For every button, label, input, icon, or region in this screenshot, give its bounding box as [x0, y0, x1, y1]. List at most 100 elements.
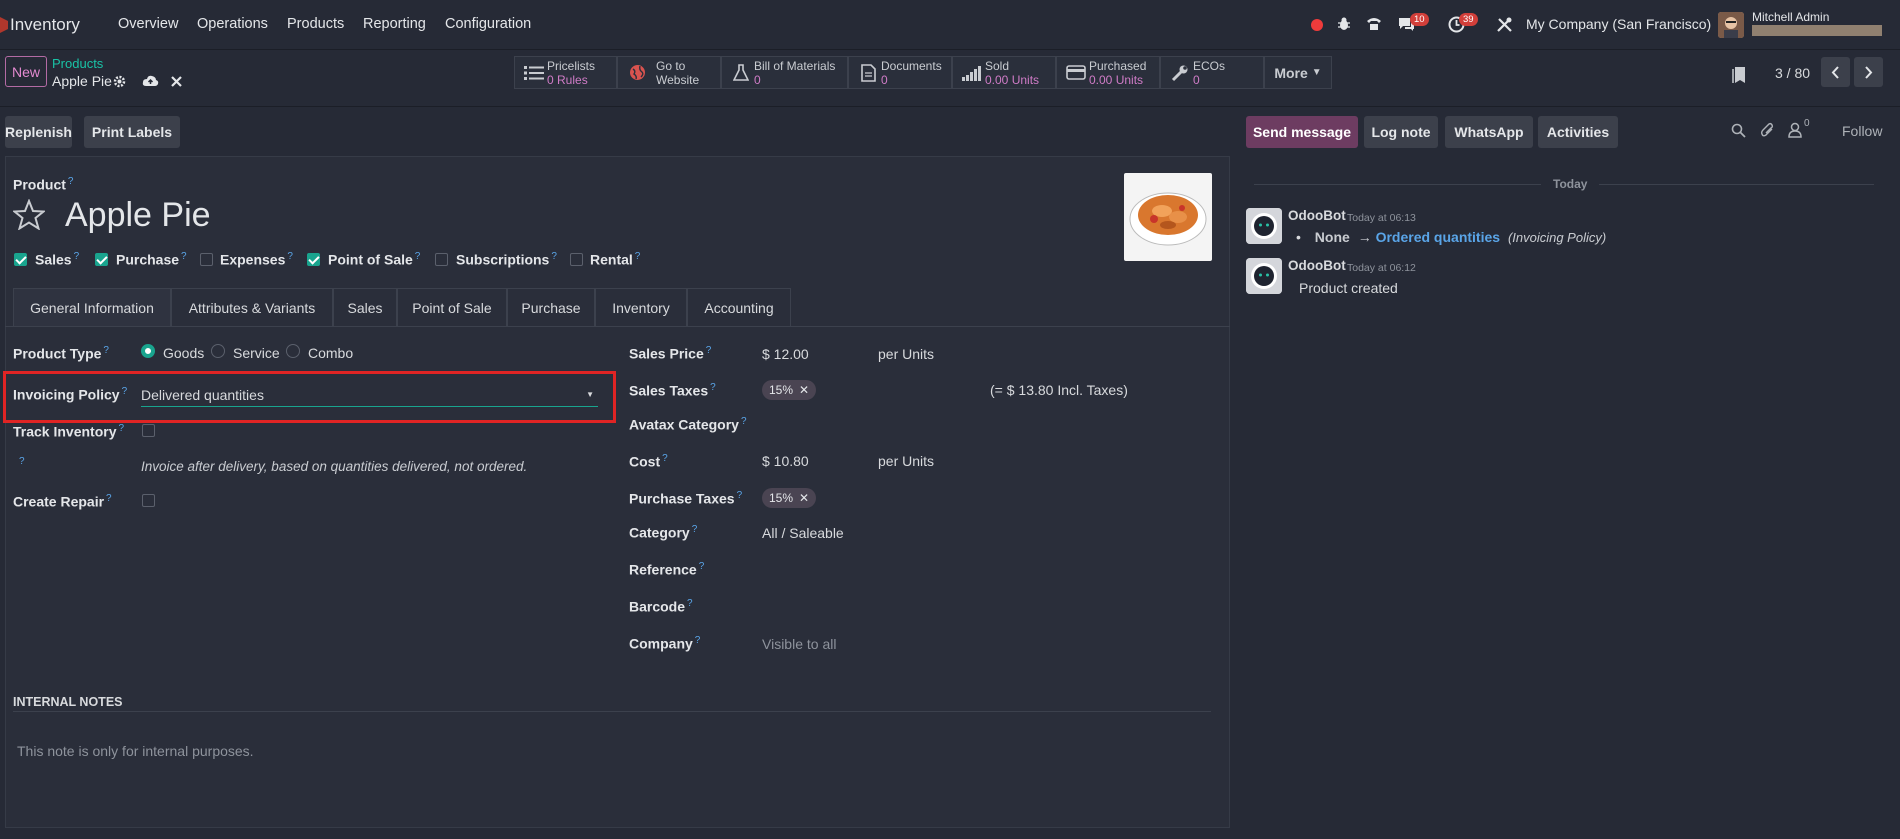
purchase-taxes-label: Purchase Taxes? [629, 490, 743, 507]
gear-icon[interactable] [113, 75, 126, 88]
company-field[interactable]: Visible to all [762, 636, 836, 652]
send-message-button[interactable]: Send message [1246, 116, 1358, 148]
menu-operations[interactable]: Operations [197, 16, 268, 32]
replenish-button[interactable]: Replenish [5, 116, 72, 148]
menu-configuration[interactable]: Configuration [445, 16, 531, 32]
internal-notes-divider [13, 711, 1211, 712]
chevron-left-icon [1831, 65, 1839, 79]
product-type-service-label: Service [233, 345, 280, 361]
control-panel: New Products Apple Pie Pricelists 0 Rules… [0, 51, 1900, 107]
search-icon[interactable] [1731, 123, 1746, 138]
smart-button-bom[interactable]: Bill of Materials 0 [721, 56, 848, 89]
bookmark-icon[interactable] [1732, 66, 1746, 84]
invoice-policy-hint: Invoice after delivery, based on quantit… [141, 459, 528, 474]
record-title: Apple Pie [52, 73, 112, 89]
create-repair-checkbox[interactable] [142, 494, 155, 507]
tab-purchase[interactable]: Purchase [507, 288, 595, 326]
sales-checkbox[interactable] [14, 253, 27, 266]
breadcrumb-products[interactable]: Products [52, 56, 103, 71]
cost-unit: per Units [878, 453, 935, 469]
messages-badge: 10 [1410, 13, 1429, 26]
invoicing-policy-label: Invoicing Policy? [13, 386, 128, 403]
discard-icon[interactable] [171, 76, 182, 87]
tab-general-information[interactable]: General Information [13, 288, 171, 326]
paperclip-icon[interactable] [1760, 122, 1775, 138]
product-name-field[interactable]: Apple Pie [65, 196, 211, 235]
smart-button-sold[interactable]: Sold 0.00 Units [952, 56, 1056, 89]
sales-price-label: Sales Price? [629, 345, 712, 362]
remove-tag-icon[interactable]: ✕ [799, 491, 809, 505]
remove-tag-icon[interactable]: ✕ [799, 383, 809, 397]
menu-overview[interactable]: Overview [118, 16, 178, 32]
tab-point-of-sale[interactable]: Point of Sale [397, 288, 507, 326]
followers-count: 0 [1804, 118, 1810, 129]
expenses-checkbox-label: Expenses? [220, 251, 293, 268]
menu-reporting[interactable]: Reporting [363, 16, 426, 32]
smart-button-ecos[interactable]: ECOs 0 [1160, 56, 1264, 89]
smart-button-pricelists[interactable]: Pricelists 0 Rules [514, 56, 617, 89]
cloud-upload-icon[interactable] [142, 74, 159, 88]
whatsapp-button[interactable]: WhatsApp [1445, 116, 1533, 148]
incl-taxes-value: (= $ 13.80 Incl. Taxes) [990, 382, 1128, 398]
purchase-checkbox[interactable] [95, 253, 108, 266]
invoicing-policy-select[interactable]: Delivered quantities ▼ [141, 384, 598, 407]
cost-value[interactable]: $ 10.80 [762, 453, 809, 469]
credit-card-icon [1063, 65, 1089, 80]
product-type-label: Product Type? [13, 345, 109, 362]
bug-icon[interactable] [1336, 16, 1352, 32]
phone-icon[interactable] [1365, 15, 1383, 33]
user-database-label [1752, 25, 1882, 36]
file-icon [855, 63, 881, 82]
subscriptions-checkbox[interactable] [435, 253, 448, 266]
menu-products[interactable]: Products [287, 16, 344, 32]
caret-down-icon: ▼ [586, 390, 594, 399]
log-note-button[interactable]: Log note [1364, 116, 1438, 148]
followers-icon[interactable] [1788, 122, 1802, 138]
odoobot-avatar [1246, 208, 1282, 244]
product-type-goods-radio[interactable] [141, 344, 155, 358]
product-type-service-radio[interactable] [211, 344, 225, 358]
smart-button-purchased[interactable]: Purchased 0.00 Units [1056, 56, 1160, 89]
reference-label: Reference? [629, 561, 705, 578]
message-author[interactable]: OdooBot [1288, 258, 1346, 273]
category-value[interactable]: All / Saleable [762, 525, 844, 541]
pager-next-button[interactable] [1854, 57, 1883, 87]
tab-accounting[interactable]: Accounting [687, 288, 791, 326]
activities-badge: 39 [1459, 13, 1478, 26]
recording-dot-icon[interactable] [1311, 19, 1323, 31]
subscriptions-checkbox-label: Subscriptions? [456, 251, 557, 268]
user-avatar[interactable] [1718, 12, 1744, 38]
new-button[interactable]: New [5, 56, 47, 87]
company-switcher[interactable]: My Company (San Francisco) [1526, 16, 1711, 32]
tab-inventory[interactable]: Inventory [595, 288, 687, 326]
message-author[interactable]: OdooBot [1288, 208, 1346, 223]
more-dropdown[interactable]: More ▼ [1264, 56, 1332, 89]
follow-button[interactable]: Follow [1842, 123, 1882, 139]
sales-price-value[interactable]: $ 12.00 [762, 346, 809, 362]
rental-checkbox[interactable] [570, 253, 583, 266]
point-of-sale-checkbox-label: Point of Sale? [328, 251, 421, 268]
flask-icon [728, 63, 754, 82]
track-inventory-checkbox[interactable] [142, 424, 155, 437]
print-labels-button[interactable]: Print Labels [84, 116, 180, 148]
tab-attributes-variants[interactable]: Attributes & Variants [171, 288, 333, 326]
smart-button-documents[interactable]: Documents 0 [848, 56, 952, 89]
sales-taxes-label: Sales Taxes? [629, 382, 716, 399]
avatax-category-label: Avatax Category? [629, 416, 747, 433]
app-name[interactable]: Inventory [10, 15, 80, 35]
product-image[interactable] [1124, 173, 1212, 261]
point-of-sale-checkbox[interactable] [307, 253, 320, 266]
expenses-checkbox[interactable] [200, 253, 213, 266]
globe-icon [624, 64, 650, 81]
tools-icon[interactable] [1496, 16, 1513, 33]
internal-notes-field[interactable]: This note is only for internal purposes. [17, 743, 254, 759]
tab-sales[interactable]: Sales [333, 288, 397, 326]
user-name[interactable]: Mitchell Admin [1752, 10, 1829, 24]
message-time: Today at 06:13 [1347, 212, 1416, 224]
pager-prev-button[interactable] [1821, 57, 1850, 87]
product-type-combo-radio[interactable] [286, 344, 300, 358]
favorite-star-icon[interactable] [13, 199, 45, 230]
activities-button[interactable]: Activities [1538, 116, 1618, 148]
smart-button-website[interactable]: Go to Website [617, 56, 721, 89]
pager-value[interactable]: 3 / 80 [1775, 65, 1810, 81]
